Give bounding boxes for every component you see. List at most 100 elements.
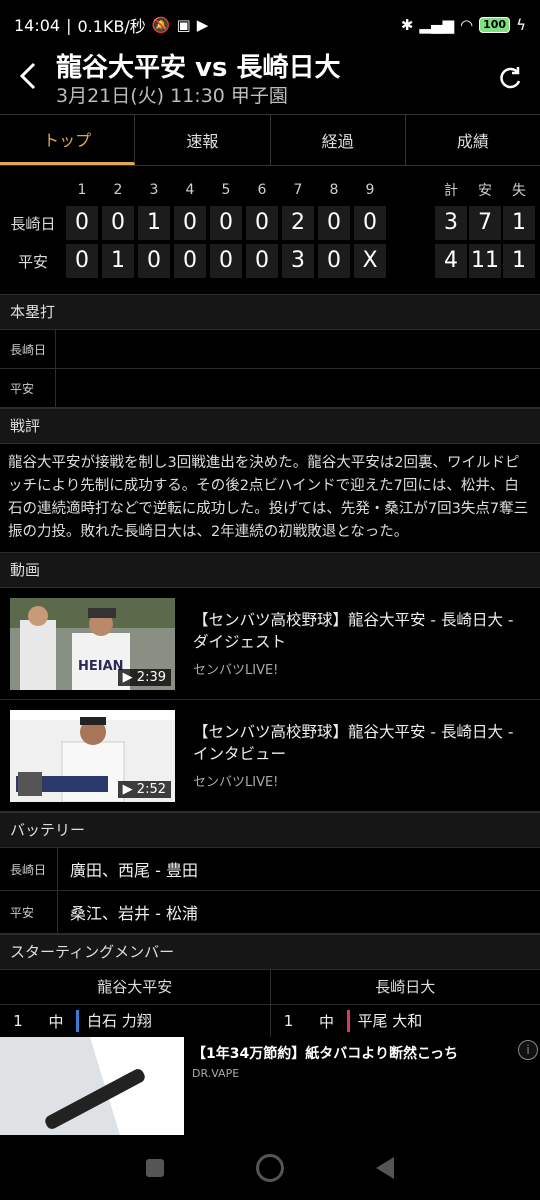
tab-live[interactable]: 速報	[135, 115, 271, 165]
video-item[interactable]: HEIAN ▶ 2:39 【センバツ高校野球】龍谷大平安 - 長崎日大 - ダイ…	[0, 588, 540, 700]
inning-score: 0	[66, 244, 98, 278]
batting-order: 1	[13, 1012, 23, 1030]
play-icon: ▶	[122, 669, 137, 685]
battery-names: 桑江、岩井 - 松浦	[70, 904, 198, 923]
lineup-team-home: 龍谷大平安	[0, 970, 271, 1004]
network-speed: 0.1KB/秒	[77, 17, 146, 36]
inning-score: 2	[282, 206, 314, 240]
total-runs: 3	[435, 206, 467, 240]
battery-row: 長崎日 廣田、西尾 - 豊田	[0, 848, 540, 891]
total-errors: 1	[503, 244, 535, 278]
ad-info-icon[interactable]: i	[518, 1040, 538, 1060]
bluetooth-icon: ✱	[400, 16, 414, 34]
homerun-row: 長崎日	[0, 330, 540, 369]
homerun-row: 平安	[0, 369, 540, 408]
ad-title[interactable]: 【1年34万節約】紙タバコより断然こっち	[192, 1043, 458, 1063]
tab-progress[interactable]: 経過	[271, 115, 406, 165]
total-label-runs: 計	[444, 183, 458, 199]
tab-bar: トップ 速報 経過 成績	[0, 114, 540, 166]
home-icon[interactable]	[256, 1153, 284, 1182]
position: 中	[318, 1012, 334, 1031]
total-label-errors: 失	[512, 183, 526, 199]
inning-score: 1	[102, 244, 134, 278]
battery-team: 長崎日	[0, 848, 58, 890]
video-source: センバツLIVE!	[193, 775, 279, 790]
inning-label: 9	[365, 182, 375, 198]
inning-score: 0	[210, 206, 242, 240]
inning-score: 1	[138, 206, 170, 240]
scoreboard-row-home: 平安 0 1 0 0 0 0 3 0 X 4 11 1	[0, 242, 540, 280]
game-review-text: 龍谷大平安が接戦を制し3回戦進出を決めた。龍谷大平安は2回裏、ワイルドピッチによ…	[8, 455, 529, 540]
section-header-review: 戦評	[0, 408, 540, 444]
inning-label: 7	[293, 182, 303, 198]
recents-icon[interactable]	[146, 1158, 164, 1177]
video-title[interactable]: 【センバツ高校野球】龍谷大平安 - 長崎日大 - インタビュー	[193, 721, 530, 765]
inning-score: 0	[318, 244, 350, 278]
inning-score: 0	[174, 206, 206, 240]
youtube-icon: ▶	[196, 16, 209, 34]
wifi-icon: ◠	[460, 16, 474, 34]
status-bar: 14:04 | 0.1KB/秒 🔕 ▣ ▶ ✱ ▂▄▆ ◠ 100 ϟ	[0, 0, 540, 50]
battery-icon: 100	[479, 17, 511, 33]
total-errors: 1	[503, 206, 535, 240]
battery-team: 平安	[0, 891, 58, 933]
section-header-homerun: 本塁打	[0, 294, 540, 330]
inning-score: 0	[66, 206, 98, 240]
inning-score: 0	[354, 206, 386, 240]
inning-label: 3	[149, 182, 159, 198]
total-hits: 7	[469, 206, 501, 240]
player-name[interactable]: 平尾 大和	[346, 1010, 422, 1032]
scoreboard-header: 1 2 3 4 5 6 7 8 9 計 安 失	[0, 176, 540, 204]
section-header-lineup: スターティングメンバー	[0, 934, 540, 970]
homerun-team: 長崎日	[0, 330, 56, 368]
tab-top[interactable]: トップ	[0, 115, 136, 165]
inning-score: 0	[138, 244, 170, 278]
tab-stats[interactable]: 成績	[406, 115, 540, 165]
mute-bell-icon: 🔕	[151, 16, 171, 34]
batting-order: 1	[283, 1012, 294, 1030]
page-title: 龍谷大平安 vs 長崎日大	[56, 53, 341, 83]
video-duration: ▶ 2:52	[117, 780, 171, 798]
inning-score: 0	[210, 244, 242, 278]
inning-label: 6	[257, 182, 267, 198]
scoreboard: 1 2 3 4 5 6 7 8 9 計 安 失 長崎日 0 0 1 0 0 0 …	[0, 166, 540, 294]
signal-icon: ▂▄▆	[419, 16, 455, 34]
lineup-row: 1 中 白石 力翔 1 中 平尾 大和	[0, 1005, 540, 1038]
inning-score: 3	[282, 244, 314, 278]
ad-image[interactable]	[0, 1037, 184, 1135]
team-name: 平安	[17, 252, 48, 271]
ad-banner[interactable]: 【1年34万節約】紙タバコより断然こっち DR.VAPE i	[0, 1037, 540, 1135]
ad-source: DR.VAPE	[192, 1067, 240, 1080]
status-time: 14:04	[14, 15, 61, 35]
video-thumbnail[interactable]: ▶ 2:52	[10, 709, 175, 802]
back-arrow-icon[interactable]	[0, 59, 56, 99]
video-item[interactable]: ▶ 2:52 【センバツ高校野球】龍谷大平安 - 長崎日大 - インタビュー セ…	[0, 700, 540, 812]
team-name: 長崎日	[10, 214, 56, 233]
inning-label: 8	[329, 182, 339, 198]
inning-score: 0	[246, 244, 278, 278]
inning-label: 4	[185, 182, 195, 198]
battery-names: 廣田、西尾 - 豊田	[70, 861, 198, 880]
video-source: センバツLIVE!	[193, 663, 279, 678]
video-thumbnail[interactable]: HEIAN ▶ 2:39	[10, 597, 175, 690]
video-duration: ▶ 2:39	[117, 668, 171, 686]
section-header-videos: 動画	[0, 552, 540, 588]
player-name[interactable]: 白石 力翔	[76, 1010, 152, 1032]
charging-icon: ϟ	[516, 16, 526, 34]
total-hits: 11	[469, 244, 501, 278]
game-datetime: 3月21日(火) 11:30 甲子園	[56, 85, 288, 107]
inning-label: 1	[77, 182, 87, 198]
play-icon: ▶	[122, 781, 137, 797]
position: 中	[48, 1012, 64, 1031]
inning-label: 2	[113, 182, 123, 198]
homerun-team: 平安	[0, 369, 56, 407]
refresh-icon[interactable]	[480, 64, 540, 99]
inning-score: 0	[102, 206, 134, 240]
inning-score: 0	[246, 206, 278, 240]
inning-score: 0	[318, 206, 350, 240]
nfc-icon: ▣	[176, 16, 191, 34]
lineup-header: 龍谷大平安 長崎日大	[0, 970, 540, 1005]
inning-score: X	[354, 244, 386, 278]
back-nav-icon[interactable]	[376, 1156, 394, 1179]
video-title[interactable]: 【センバツ高校野球】龍谷大平安 - 長崎日大 - ダイジェスト	[193, 609, 530, 653]
